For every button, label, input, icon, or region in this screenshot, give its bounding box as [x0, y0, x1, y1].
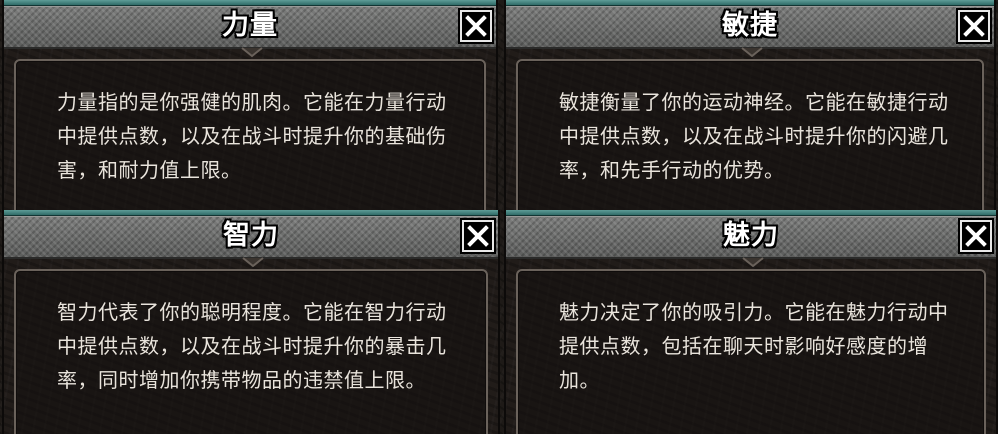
panel-title: 智力 — [223, 220, 279, 251]
description-box: 智力代表了你的聪明程度。它能在智力行动中提供点数，以及在战斗时提升你的暴击几率，… — [14, 269, 488, 434]
panel-title: 敏捷 — [722, 10, 778, 41]
stat-description: 敏捷衡量了你的运动神经。它能在敏捷行动中提供点数，以及在战斗时提升你的闪避几率，… — [559, 90, 949, 182]
description-box: 敏捷衡量了你的运动神经。它能在敏捷行动中提供点数，以及在战斗时提升你的闪避几率，… — [516, 59, 984, 210]
stat-description: 魅力决定了你的吸引力。它能在魅力行动中提供点数，包括在聊天时影响好感度的增加。 — [559, 300, 949, 392]
stat-panel-strength: 力量 力量指的是你强健的肌肉。它能在力量行动中提供点数，以及在战斗时提升你的基础… — [2, 0, 498, 210]
description-box: 力量指的是你强健的肌肉。它能在力量行动中提供点数，以及在战斗时提升你的基础伤害，… — [14, 59, 486, 210]
close-button[interactable] — [458, 8, 494, 44]
stat-panel-charisma: 魅力 魅力决定了你的吸引力。它能在魅力行动中提供点数，包括在聊天时影响好感度的增… — [504, 210, 998, 434]
stat-description: 力量指的是你强健的肌肉。它能在力量行动中提供点数，以及在战斗时提升你的基础伤害，… — [57, 90, 447, 182]
close-button[interactable] — [956, 8, 992, 44]
stat-panel-agility: 敏捷 敏捷衡量了你的运动神经。它能在敏捷行动中提供点数，以及在战斗时提升你的闪避… — [504, 0, 996, 210]
panel-title: 力量 — [222, 10, 278, 41]
title-notch-ornament — [241, 47, 263, 57]
stat-description: 智力代表了你的聪明程度。它能在智力行动中提供点数，以及在战斗时提升你的暴击几率，… — [57, 300, 447, 392]
title-notch-ornament — [742, 257, 764, 267]
stat-info-screen: 力量 力量指的是你强健的肌肉。它能在力量行动中提供点数，以及在战斗时提升你的基础… — [0, 0, 998, 434]
description-box: 魅力决定了你的吸引力。它能在魅力行动中提供点数，包括在聊天时影响好感度的增加。 — [516, 269, 986, 434]
close-button[interactable] — [958, 218, 994, 254]
stat-panel-intelligence: 智力 智力代表了你的聪明程度。它能在智力行动中提供点数，以及在战斗时提升你的暴击… — [2, 210, 500, 434]
close-x-icon — [963, 15, 985, 37]
close-x-icon — [467, 225, 489, 247]
panel-title: 魅力 — [723, 220, 779, 251]
title-notch-ornament — [741, 47, 763, 57]
close-x-icon — [465, 15, 487, 37]
title-notch-ornament — [242, 257, 264, 267]
close-x-icon — [965, 225, 987, 247]
close-button[interactable] — [460, 218, 496, 254]
